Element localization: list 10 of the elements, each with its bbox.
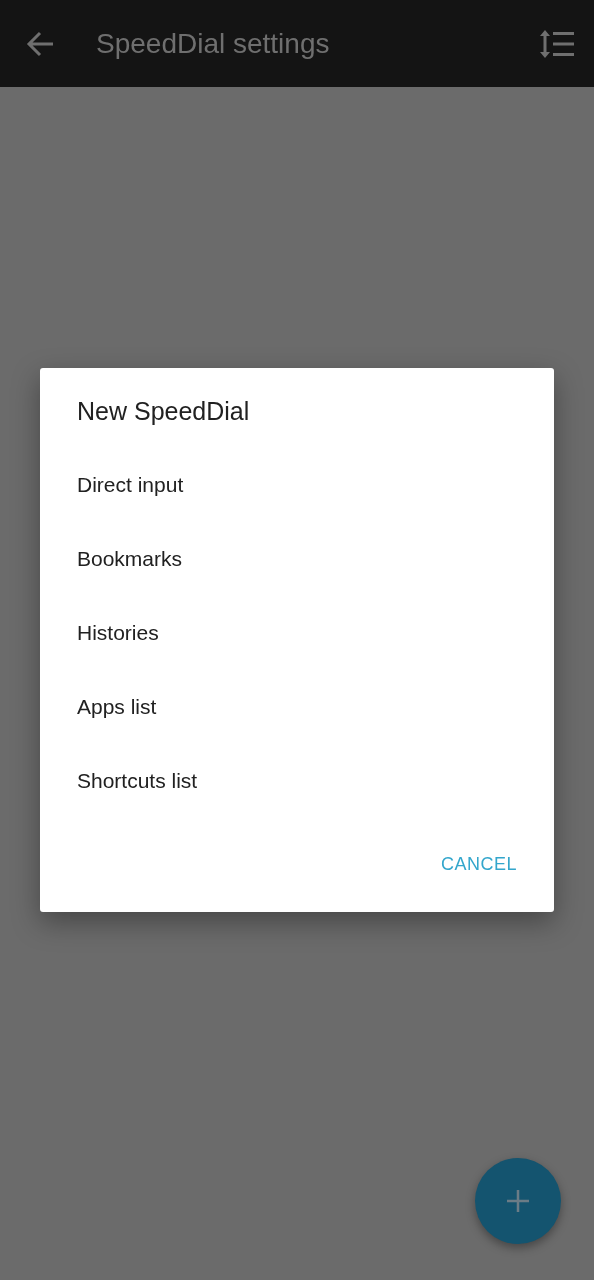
dialog-option[interactable]: Direct input — [77, 448, 184, 522]
back-icon[interactable] — [26, 30, 54, 57]
sort-icon[interactable] — [540, 29, 574, 58]
dialog-option[interactable]: Shortcuts list — [77, 744, 198, 818]
dialog-title: New SpeedDial — [77, 396, 251, 426]
dialog-option[interactable]: Histories — [77, 596, 159, 670]
dialog-option[interactable]: Apps list — [77, 670, 157, 744]
dialog-option[interactable]: Bookmarks — [77, 522, 183, 596]
plus-icon — [506, 1189, 530, 1213]
screen-title: SpeedDial settings — [96, 26, 330, 61]
